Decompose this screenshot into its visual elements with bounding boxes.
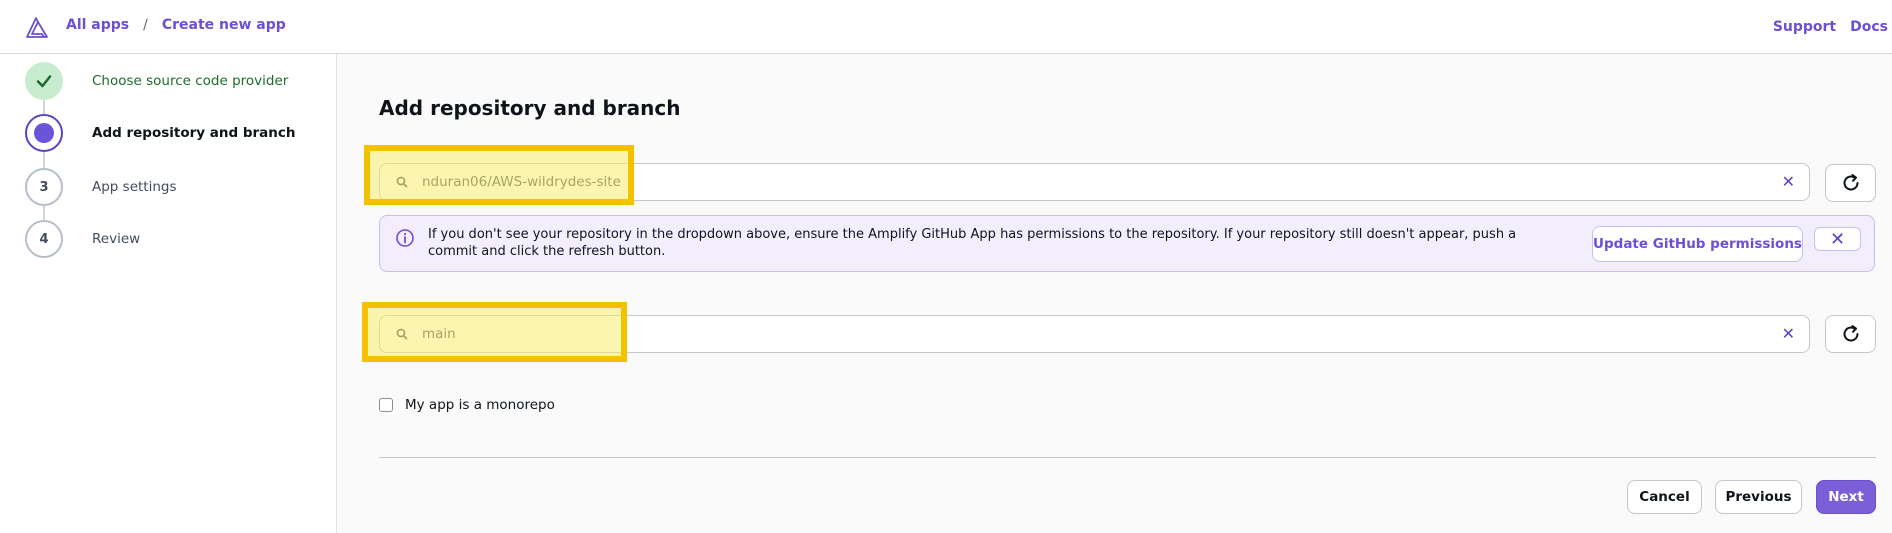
repository-refresh-button[interactable] [1825, 164, 1876, 202]
step-label: Add repository and branch [92, 125, 296, 141]
step-number: 4 [25, 220, 63, 258]
check-icon [36, 75, 52, 88]
search-icon [396, 328, 408, 340]
monorepo-option[interactable]: My app is a monorepo [379, 397, 555, 413]
step-label: App settings [92, 179, 177, 195]
update-github-permissions-button[interactable]: Update GitHub permissions [1592, 226, 1803, 262]
step-active-indicator [25, 114, 63, 152]
breadcrumb-separator: / [143, 17, 148, 33]
monorepo-checkbox[interactable] [379, 398, 393, 412]
branch-refresh-button[interactable] [1825, 315, 1876, 353]
breadcrumb-create-new-app[interactable]: Create new app [162, 17, 286, 33]
step-complete-indicator [25, 62, 63, 100]
previous-button[interactable]: Previous [1715, 480, 1802, 514]
amplify-logo-icon[interactable] [24, 14, 50, 40]
header-links: Support Docs [1773, 19, 1888, 35]
step-label: Review [92, 231, 141, 247]
branch-value: main [422, 326, 456, 342]
stepper-connector [43, 100, 45, 114]
step-number: 3 [25, 168, 63, 206]
refresh-icon [1843, 174, 1858, 191]
stepper-connector [43, 152, 45, 168]
step-choose-source: Choose source code provider [25, 62, 288, 100]
search-icon [396, 176, 408, 188]
next-button[interactable]: Next [1816, 480, 1876, 514]
page-title: Add repository and branch [379, 96, 681, 120]
step-app-settings: 3 App settings [25, 168, 177, 206]
active-dot [34, 123, 54, 143]
close-icon[interactable]: ✕ [1814, 227, 1861, 251]
close-icon[interactable]: ✕ [1782, 324, 1795, 343]
info-icon [396, 229, 414, 247]
step-add-repository: Add repository and branch [25, 114, 296, 152]
repository-select[interactable]: nduran06/AWS-wildrydes-site ✕ [379, 163, 1810, 201]
docs-link[interactable]: Docs [1850, 19, 1888, 35]
cancel-button[interactable]: Cancel [1627, 480, 1702, 514]
breadcrumb: All apps / Create new app [66, 17, 286, 33]
stepper-sidebar: Choose source code provider Add reposito… [0, 54, 337, 533]
top-bar: All apps / Create new app Support Docs [0, 0, 1892, 54]
step-review: 4 Review [25, 220, 140, 258]
branch-select[interactable]: main ✕ [379, 315, 1810, 353]
refresh-icon [1843, 325, 1858, 342]
breadcrumb-all-apps[interactable]: All apps [66, 17, 129, 33]
step-label: Choose source code provider [92, 73, 289, 89]
repository-value: nduran06/AWS-wildrydes-site [422, 174, 621, 190]
info-message: If you don't see your repository in the … [428, 227, 1517, 259]
permissions-info-alert: If you don't see your repository in the … [379, 215, 1875, 272]
monorepo-label[interactable]: My app is a monorepo [405, 397, 555, 413]
close-icon[interactable]: ✕ [1782, 172, 1795, 191]
support-link[interactable]: Support [1773, 19, 1836, 35]
stepper-connector [43, 206, 45, 220]
divider [379, 457, 1876, 458]
